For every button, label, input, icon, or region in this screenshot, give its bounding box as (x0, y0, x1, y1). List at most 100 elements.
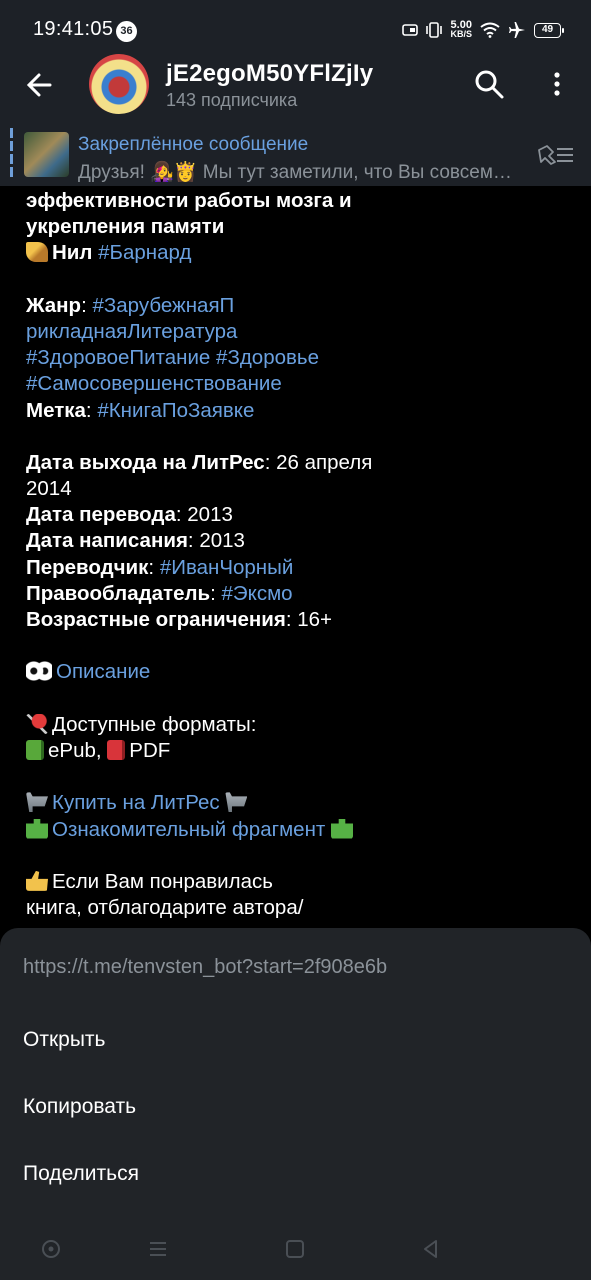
message-line: Доступные форматы: (26, 712, 566, 738)
pinned-title: Закреплённое сообщение (78, 134, 309, 155)
rights-holder-hashtag[interactable]: #Эксмо (222, 582, 293, 605)
mark-hashtag[interactable]: #КнигаПоЗаявке (97, 399, 254, 422)
writing-hand-icon (26, 242, 48, 263)
wifi-icon (480, 22, 500, 38)
author-hashtag[interactable]: #Барнард (98, 241, 191, 264)
message-line: #ЗдоровоеПитание #Здоровье (26, 345, 566, 371)
copy-link-button[interactable]: Копировать (0, 1075, 591, 1139)
format-pdf: PDF (129, 738, 171, 762)
status-time: 19:41:05 (33, 18, 114, 40)
book-title-line2: укрепления памяти (26, 215, 225, 239)
written-date-label: Дата написания (26, 529, 188, 553)
release-value: 26 апреля (276, 450, 373, 474)
release-value-cont: 2014 (26, 477, 72, 501)
subscriber-count: 143 подписчика (166, 90, 298, 110)
status-icons: 5.00 KB/S 49 (402, 16, 564, 44)
message-body: эффективности работы мозга и укрепления … (26, 188, 566, 921)
genre-label: Жанр (26, 293, 82, 317)
translation-date-value: 2013 (187, 503, 233, 527)
assistant-circle-icon[interactable] (40, 1238, 62, 1260)
link-options-sheet: https://t.me/tenvsten_bot?start=2f908e6b… (0, 928, 591, 1218)
rights-holder-label: Правообладатель (26, 581, 211, 605)
format-epub: ePub, (48, 738, 102, 762)
net-speed: 5.00 KB/S (450, 20, 472, 39)
message-line: Переводчик: #ИванЧорный (26, 555, 294, 579)
red-book-icon (107, 739, 126, 760)
home-square-icon[interactable] (284, 1238, 306, 1260)
buy-link[interactable]: Купить на ЛитРес (52, 791, 220, 814)
written-date-value: 2013 (199, 529, 245, 553)
message-line: книга, отблагодарите автора/ (26, 895, 566, 921)
message-line: эффективности работы мозга и (26, 188, 566, 214)
message-line: Ознакомительный фрагмент (26, 817, 566, 843)
genre-hashtag-2[interactable]: #ЗдоровоеПитание (26, 346, 210, 369)
pinned-message-bar[interactable]: Закреплённое сообщение Друзья! 👩‍🎤👸 Мы т… (0, 122, 591, 186)
back-triangle-icon[interactable] (420, 1238, 442, 1260)
translation-date-label: Дата перевода (26, 503, 176, 527)
net-speed-unit: KB/S (450, 29, 472, 39)
green-book-icon (26, 739, 44, 760)
age-limit-value: 16+ (297, 608, 333, 631)
battery-indicator: 49 (534, 22, 564, 38)
message-line: 2014 (26, 476, 566, 502)
fragment-link[interactable]: Ознакомительный фрагмент (52, 818, 325, 841)
pinned-preview: Друзья! 👩‍🎤👸 Мы тут заметили, что Вы сов… (78, 162, 512, 183)
description-link[interactable]: Описание (56, 660, 150, 683)
pinned-thumbnail (24, 132, 69, 177)
genre-hashtag-1-cont[interactable]: рикладнаяЛитература (26, 320, 237, 343)
genre-hashtag-4[interactable]: #Самосовершенствование (26, 372, 282, 395)
channel-avatar[interactable] (89, 54, 149, 114)
puzzle-piece-icon (26, 818, 48, 839)
puzzle-piece-icon (331, 818, 353, 839)
open-link-button[interactable]: Открыть (0, 1008, 591, 1072)
message-line: Возрастные ограничения: 16+ (26, 608, 333, 631)
message-line: укрепления памяти (26, 214, 566, 240)
status-bar: 19:41:05 36 5.00 KB/S 49 (0, 0, 591, 60)
pinned-accent-line (10, 128, 13, 178)
message-line: ePub, PDF (26, 738, 566, 764)
message-line: Жанр: #ЗарубежнаяП (26, 293, 235, 317)
vibrate-icon (426, 22, 443, 38)
thumbs-up-icon (26, 870, 48, 891)
translator-label: Переводчик (26, 555, 149, 579)
message-line: Если Вам понравилась (26, 869, 566, 895)
message-line: Правообладатель: #Эксмо (26, 581, 293, 605)
message-line: рикладнаяЛитература (26, 319, 566, 345)
back-arrow-icon[interactable] (22, 68, 56, 102)
formats-label: Доступные форматы: (52, 712, 257, 736)
age-limit-label: Возрастные ограничения (26, 608, 286, 631)
release-label: Дата выхода на ЛитРес (26, 450, 265, 474)
system-nav-bar (0, 1218, 591, 1280)
unpin-icon[interactable] (535, 142, 575, 168)
message-line: Дата выхода на ЛитРес: 26 апреля (26, 450, 373, 474)
message-line: Описание (26, 659, 566, 685)
message-line: Метка: #КнигаПоЗаявке (26, 398, 255, 422)
notification-count-badge: 36 (116, 21, 137, 42)
message-line: #Самосовершенствование (26, 371, 566, 397)
channel-title[interactable]: jE2egoM50YFlZjIy (166, 60, 373, 88)
message-line: Дата написания: 2013 (26, 529, 245, 553)
shopping-cart-icon (225, 792, 248, 813)
shopping-cart-icon (26, 792, 48, 813)
thanks-line-1: Если Вам понравилась (52, 869, 273, 893)
link-url: https://t.me/tenvsten_bot?start=2f908e6b (23, 956, 388, 978)
book-title-line1: эффективности работы мозга и (26, 189, 352, 212)
genre-hashtag-1[interactable]: #ЗарубежнаяП (93, 294, 235, 317)
search-icon[interactable] (473, 68, 505, 100)
message-line: Дата перевода: 2013 (26, 503, 233, 527)
mark-label: Метка (26, 398, 86, 422)
author-prefix: Нил (52, 241, 93, 265)
eyes-icon (26, 661, 52, 682)
nfc-icon (402, 24, 419, 36)
chat-header: jE2egoM50YFlZjIy 143 подписчика (0, 54, 591, 122)
genre-hashtag-3[interactable]: #Здоровье (216, 346, 319, 369)
thanks-line-2: книга, отблагодарите автора/ (26, 896, 304, 920)
share-link-button[interactable]: Поделиться (0, 1142, 591, 1206)
translator-hashtag[interactable]: #ИванЧорный (160, 556, 294, 579)
more-vert-icon[interactable] (545, 68, 569, 100)
message-line: Купить на ЛитРес (26, 790, 566, 816)
message-line: Нил #Барнард (26, 240, 566, 266)
airplane-icon (509, 22, 525, 38)
menu-icon[interactable] (147, 1238, 169, 1260)
pushpin-icon (26, 713, 48, 734)
